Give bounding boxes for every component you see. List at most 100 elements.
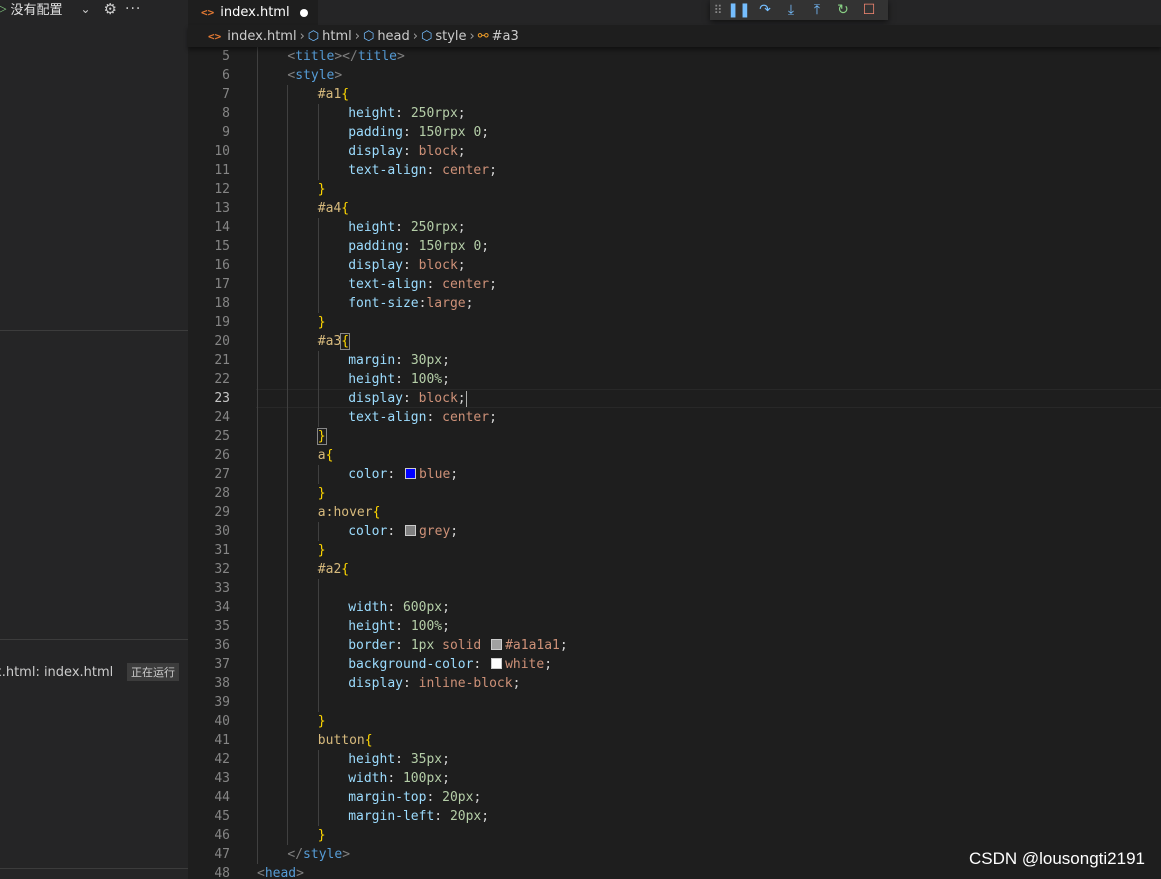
code-token: margin-left [348,809,435,824]
code-text: font-size:large; [348,294,473,313]
code-token: } [317,182,326,197]
code-token: ; [559,638,568,653]
gear-icon[interactable]: ⚙ [104,0,117,18]
indent-guide [317,674,319,693]
code-line[interactable]: 28} [188,484,1161,503]
code-line[interactable]: 11 text-align: center; [188,161,1161,180]
breadcrumb-item-file[interactable]: <> index.html [188,29,297,44]
code-line[interactable]: 33 [188,579,1161,598]
code-line[interactable]: 23 display: block; [188,389,1161,408]
step-over-icon[interactable]: ↷ [752,2,778,18]
code-token: center [442,410,490,425]
indent-guide [287,256,289,275]
code-line[interactable]: 34 width: 600px; [188,598,1161,617]
indent-guide [287,522,289,541]
tab-index-html[interactable]: <> index.html [188,0,318,25]
code-line[interactable]: 46} [188,826,1161,845]
code-token: ; [457,144,466,159]
code-token: : [402,391,419,406]
code-line[interactable]: 42 height: 35px; [188,750,1161,769]
code-line[interactable]: 15 padding: 150rpx 0; [188,237,1161,256]
indent-guide [317,123,319,142]
code-token: : [395,638,411,653]
code-line[interactable]: 5 <title></title> [188,47,1161,66]
code-token: head [264,866,297,879]
code-line[interactable]: 31} [188,541,1161,560]
breadcrumb-item-html[interactable]: ⬡ html [308,29,352,44]
line-number: 45 [214,809,230,824]
code-line[interactable]: 16 display: block; [188,256,1161,275]
code-line[interactable]: 41 button{ [188,731,1161,750]
code-token: title [357,49,397,64]
code-line[interactable]: 27 color: blue; [188,465,1161,484]
code-line[interactable]: 12} [188,180,1161,199]
debug-config-select[interactable]: 没有配置 [10,0,62,18]
code-line[interactable]: 13 #a4{ [188,199,1161,218]
callstack-item[interactable]: x.html: index.html 正在运行 [0,662,188,682]
code-line[interactable]: 6 <style> [188,66,1161,85]
panel-divider[interactable] [0,330,188,331]
breadcrumb-item-style[interactable]: ⬡ style [421,29,467,44]
code-line[interactable]: 35 height: 100%; [188,617,1161,636]
code-line[interactable]: 7 #a1{ [188,85,1161,104]
breadcrumb-item-head[interactable]: ⬡ head [363,29,410,44]
more-actions-icon[interactable]: ··· [125,1,141,17]
code-text: a{ [318,446,334,465]
code-line[interactable]: 17 text-align: center; [188,275,1161,294]
pause-icon[interactable]: ❚❚ [726,2,752,18]
unsaved-dot-icon[interactable] [299,8,308,17]
panel-divider[interactable] [0,639,188,640]
code-line[interactable]: 21 margin: 30px; [188,351,1161,370]
code-line[interactable]: 20 #a3{ [188,332,1161,351]
code-line[interactable]: 25} [188,427,1161,446]
code-text: a:hover{ [318,503,381,522]
code-editor[interactable]: 5 <title></title> 6 <style> 7 #a1{8 height: 25… [188,47,1161,879]
color-swatch[interactable] [491,658,503,669]
code-line[interactable]: 36 border: 1px solid #a1a1a1; [188,636,1161,655]
code-line[interactable]: 43 width: 100px; [188,769,1161,788]
code-line[interactable]: 24 text-align: center; [188,408,1161,427]
color-swatch[interactable] [491,639,503,650]
code-line[interactable]: 19} [188,313,1161,332]
code-text: display: block; [348,389,467,408]
line-number: 14 [214,220,230,235]
code-text: #a2{ [318,560,349,579]
code-line[interactable]: 9 padding: 150rpx 0; [188,123,1161,142]
code-line[interactable]: 22 height: 100%; [188,370,1161,389]
line-number: 37 [214,657,230,672]
code-line[interactable]: 45 margin-left: 20px; [188,807,1161,826]
start-debug-icon[interactable]: ▷ [0,2,6,15]
code-token: { [341,87,350,102]
indent-guide [257,826,258,845]
step-into-icon[interactable]: ⤓ [778,2,804,18]
code-line[interactable]: 30 color: grey; [188,522,1161,541]
chevron-down-icon[interactable]: ⌄ [80,2,90,16]
code-line[interactable]: 10 display: block; [188,142,1161,161]
color-swatch[interactable] [404,468,416,479]
code-token: style [303,847,343,862]
code-line[interactable]: 26 a{ [188,446,1161,465]
code-token: : [395,752,411,767]
grip-icon[interactable]: ⠿ [710,3,726,17]
code-line[interactable]: 39 [188,693,1161,712]
step-out-icon[interactable]: ⤒ [804,2,830,18]
indent-guide [317,807,319,826]
code-line[interactable]: 37 background-color: white; [188,655,1161,674]
code-line[interactable]: 38 display: inline-block; [188,674,1161,693]
code-line[interactable]: 40} [188,712,1161,731]
code-line[interactable]: 32 #a2{ [188,560,1161,579]
panel-divider[interactable] [0,868,188,869]
indent-guide [257,199,258,218]
breadcrumb-item-selector[interactable]: ⚯ #a3 [478,29,519,44]
code-token: : [402,239,419,254]
code-text: display: inline-block; [348,674,520,693]
code-line[interactable]: 14 height: 250rpx; [188,218,1161,237]
color-swatch[interactable] [404,525,416,536]
indent-guide [287,541,289,560]
code-line[interactable]: 44 margin-top: 20px; [188,788,1161,807]
code-line[interactable]: 29 a:hover{ [188,503,1161,522]
restart-icon[interactable]: ↻ [830,2,856,18]
code-line[interactable]: 18 font-size:large; [188,294,1161,313]
code-line[interactable]: 8 height: 250rpx; [188,104,1161,123]
stop-icon[interactable]: ☐ [856,2,882,18]
